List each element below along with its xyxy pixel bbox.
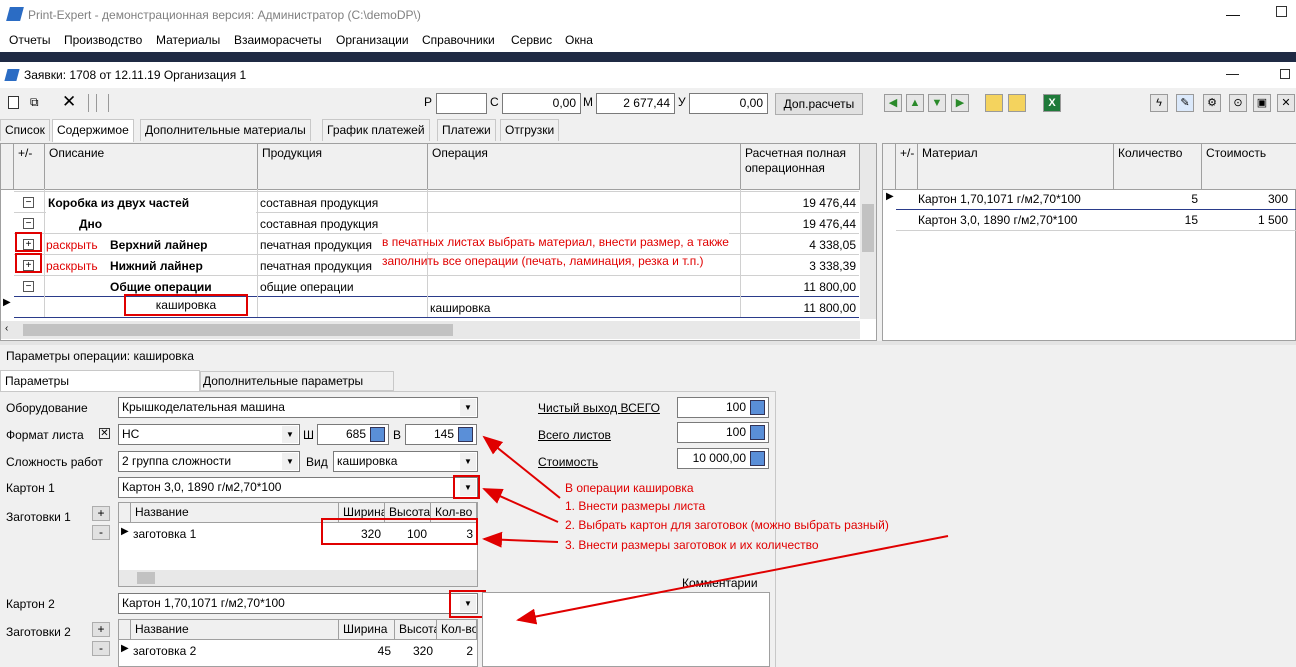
annotation-arrows [482, 435, 949, 625]
